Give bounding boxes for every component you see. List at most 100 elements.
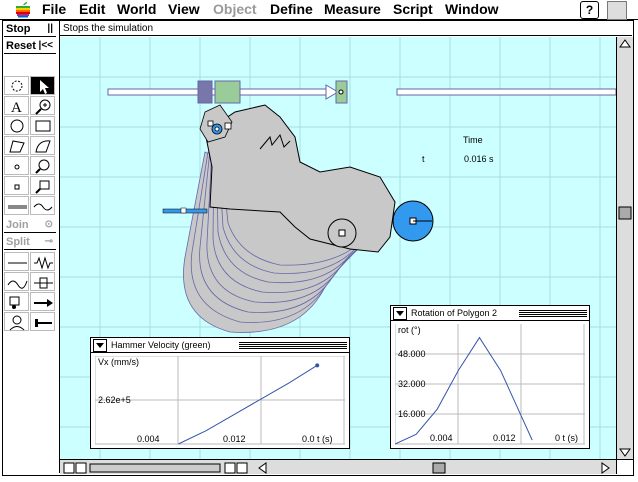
menu-window[interactable]: Window xyxy=(445,1,499,18)
separator-tool[interactable] xyxy=(30,272,55,291)
rotation-graph[interactable]: Rotation of Polygon 2 rot (°) 48.000 32.… xyxy=(390,305,590,449)
graph-titlebar: Rotation of Polygon 2 xyxy=(391,306,589,321)
vertical-scrollbar[interactable] xyxy=(616,37,633,459)
anchor-tool[interactable] xyxy=(30,312,55,331)
damper-tool[interactable] xyxy=(30,252,55,271)
menu-edit[interactable]: Edit xyxy=(79,1,105,18)
person-tool[interactable] xyxy=(4,312,29,331)
velocity-current-point xyxy=(315,363,320,368)
tool-palette: Stop || Reset |<< A Join ⊙ Split ⊸ xyxy=(3,21,60,473)
velocity-x-tick-1: 0.004 xyxy=(137,434,160,444)
velocity-y-label: Vx (mm/s) xyxy=(98,357,139,367)
graph-title: Rotation of Polygon 2 xyxy=(411,306,500,320)
svg-text:A: A xyxy=(11,100,22,116)
rod-tool[interactable] xyxy=(4,196,29,215)
pause-icon: || xyxy=(47,23,53,34)
graph-menu-dropdown[interactable] xyxy=(393,307,407,320)
velocity-y-tick: 2.62e+5 xyxy=(98,395,131,405)
rotation-x-tick-1: 0.004 xyxy=(430,433,453,443)
time-meter-label: t xyxy=(422,154,425,164)
green-block-left xyxy=(214,80,241,104)
scroll-thumb xyxy=(618,206,632,220)
square-zoom-tool[interactable] xyxy=(30,176,55,195)
rail-right xyxy=(396,88,616,96)
scroll-up-icon xyxy=(619,39,631,48)
graph-title: Hammer Velocity (green) xyxy=(111,338,213,352)
split-button[interactable]: Split ⊸ xyxy=(4,234,56,250)
simulation-canvas[interactable]: Time t 0.016 s Hammer Velocity (green) V… xyxy=(60,37,616,459)
graph-titlebar: Hammer Velocity (green) xyxy=(91,338,349,353)
join-icon: ⊙ xyxy=(44,219,53,230)
menu-measure[interactable]: Measure xyxy=(324,1,381,18)
playback-end-icon xyxy=(236,462,248,474)
actuator-tool[interactable] xyxy=(4,272,29,291)
menu-file[interactable]: File xyxy=(42,1,66,18)
velocity-plot-area: Vx (mm/s) 2.62e+5 0.004 0.012 0.0 t (s) xyxy=(95,356,345,446)
split-icon: ⊸ xyxy=(44,236,53,247)
square-point-tool[interactable] xyxy=(4,176,29,195)
reset-button[interactable]: Reset |<< xyxy=(4,38,56,54)
rotation-y-tick-2: 32.000 xyxy=(398,379,426,389)
rectangle-tool[interactable] xyxy=(30,116,55,135)
point-tool[interactable] xyxy=(4,156,29,175)
document-window: Stop || Reset |<< A Join ⊙ Split ⊸ Stops… xyxy=(2,20,634,476)
split-label: Split xyxy=(6,236,30,248)
cam-pivot-pin xyxy=(338,229,346,237)
playback-track xyxy=(89,463,221,473)
motor-tool[interactable] xyxy=(4,292,29,311)
scroll-left-icon xyxy=(258,462,267,474)
hammer-velocity-graph[interactable]: Hammer Velocity (green) Vx (mm/s) 2.62e+… xyxy=(90,337,350,449)
rotation-x-tick-3: 0 t (s) xyxy=(555,433,578,443)
playback-step-icon xyxy=(224,462,236,474)
rotation-plot-area: rot (°) 48.000 32.000 16.000 0.004 0.012… xyxy=(395,324,585,446)
scroll-right-icon xyxy=(601,462,610,474)
spring-tool[interactable] xyxy=(4,252,29,271)
menu-define[interactable]: Define xyxy=(270,1,313,18)
horizontal-scrollbar[interactable] xyxy=(60,459,616,474)
menu-view[interactable]: View xyxy=(168,1,200,18)
help-icon[interactable]: ? xyxy=(580,1,599,19)
velocity-x-tick-3: 0.0 t (s) xyxy=(302,434,333,444)
menu-script[interactable]: Script xyxy=(393,1,433,18)
time-meter-value: 0.016 s xyxy=(464,154,494,164)
rewind-icon: |<< xyxy=(38,40,53,51)
rotation-y-tick-3: 16.000 xyxy=(398,409,426,419)
point-zoom-tool[interactable] xyxy=(30,156,55,175)
apple-menu-icon[interactable] xyxy=(14,1,32,18)
join-button[interactable]: Join ⊙ xyxy=(4,217,56,233)
graph-menu-dropdown[interactable] xyxy=(93,339,107,352)
polygon-tool[interactable] xyxy=(4,136,29,155)
join-label: Join xyxy=(6,219,29,231)
time-meter-title: Time xyxy=(463,135,483,145)
hscroll-thumb xyxy=(432,462,446,474)
text-tool[interactable]: A xyxy=(4,96,29,116)
status-text: Stops the simulation xyxy=(63,23,154,34)
curved-polygon-tool[interactable] xyxy=(30,136,55,155)
velocity-x-tick-2: 0.012 xyxy=(223,434,246,444)
playback-back-icon xyxy=(63,462,75,474)
purple-block xyxy=(197,80,213,104)
rotation-y-tick-1: 48.000 xyxy=(398,349,426,359)
menu-world[interactable]: World xyxy=(117,1,156,18)
menu-object[interactable]: Object xyxy=(213,1,257,18)
resize-grow-box[interactable] xyxy=(616,459,633,474)
rotation-y-label: rot (°) xyxy=(398,325,421,335)
rope-tool[interactable] xyxy=(30,196,55,215)
reset-label: Reset xyxy=(6,40,36,52)
stop-label: Stop xyxy=(6,23,31,35)
rotation-x-tick-2: 0.012 xyxy=(493,433,516,443)
rotate-tool[interactable] xyxy=(4,76,29,95)
graph-titlebar-hatch xyxy=(519,309,587,317)
circle-tool[interactable] xyxy=(4,116,29,135)
menu-bar: File Edit World View Object Define Measu… xyxy=(0,0,638,20)
force-tool[interactable] xyxy=(30,292,55,311)
green-slider-pin xyxy=(338,89,344,95)
playback-start-icon xyxy=(75,462,87,474)
stop-button[interactable]: Stop || xyxy=(4,21,56,37)
zoom-tool[interactable] xyxy=(30,96,55,115)
arrow-tool[interactable] xyxy=(30,76,55,95)
status-bar: Stops the simulation xyxy=(60,21,632,36)
scroll-down-icon xyxy=(619,448,631,457)
application-icon[interactable] xyxy=(607,1,627,20)
graph-titlebar-hatch xyxy=(239,341,347,349)
